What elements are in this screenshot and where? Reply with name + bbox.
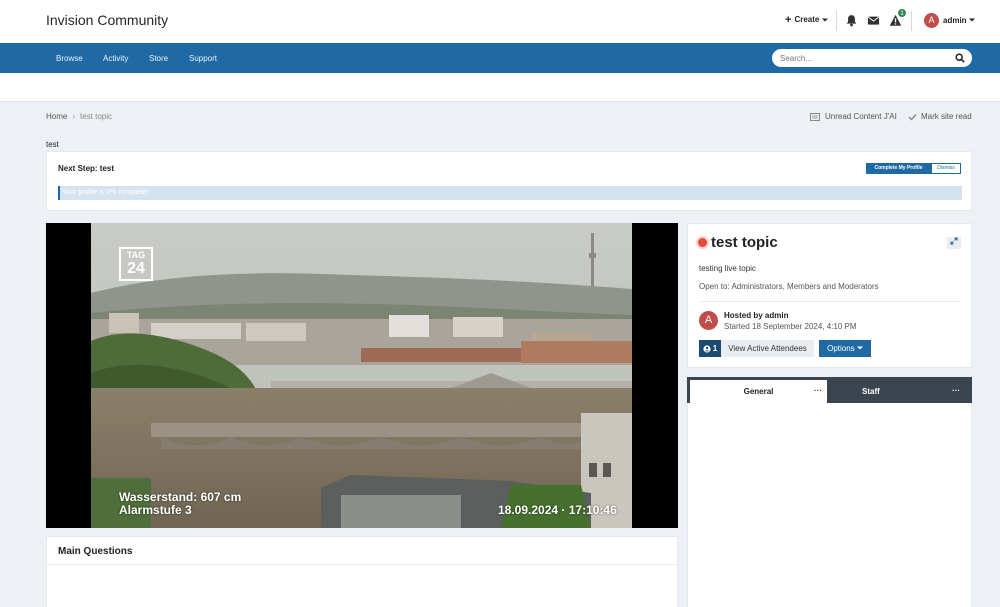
- water-level-overlay: Wasserstand: 607 cm: [119, 490, 242, 504]
- progress-text: Your profile is 0% complete!: [62, 189, 149, 196]
- topic-title: test topic: [711, 234, 778, 251]
- dismiss-button[interactable]: Dismiss: [931, 163, 961, 174]
- create-menu-button[interactable]: + Create: [785, 13, 829, 26]
- bell-icon[interactable]: [845, 14, 858, 27]
- chat-tabs: General ··· Staff ···: [687, 377, 972, 403]
- tab-general[interactable]: General ···: [690, 380, 827, 403]
- site-title[interactable]: Invision Community: [46, 12, 168, 28]
- topic-access: Open to: Administrators, Members and Mod…: [699, 282, 879, 291]
- check-icon: [908, 113, 917, 121]
- live-indicator-icon: [698, 238, 707, 247]
- unread-content-label: Unread Content J'AI: [825, 112, 897, 121]
- nav-item-store[interactable]: Store: [149, 54, 168, 63]
- logo-text-bottom: 24: [127, 260, 145, 277]
- topic-info-panel: test topic testing live topic Open to: A…: [687, 223, 972, 368]
- topic-description: testing live topic: [699, 264, 756, 273]
- chevron-right-icon: ›: [72, 112, 76, 121]
- caret-down-icon: [968, 18, 975, 22]
- tab-menu-icon[interactable]: ···: [814, 386, 822, 395]
- intro-text: test: [46, 140, 59, 149]
- header-spacer: [0, 73, 1000, 102]
- tab-staff[interactable]: Staff: [862, 387, 880, 396]
- create-label: Create: [794, 15, 820, 24]
- header-divider: [911, 11, 912, 31]
- breadcrumb-home[interactable]: Home: [46, 112, 67, 121]
- user-circle-icon: [703, 344, 711, 353]
- plus-icon: +: [785, 13, 792, 26]
- attendee-count-badge: 1: [699, 340, 721, 357]
- divider: [699, 301, 961, 302]
- envelope-icon[interactable]: [867, 14, 880, 27]
- chat-panel: [687, 403, 972, 607]
- breadcrumb-current: test topic: [80, 112, 113, 121]
- unread-icon: [810, 112, 820, 121]
- alarm-level-overlay: Alarmstufe 3: [119, 503, 192, 517]
- mark-site-read-link[interactable]: Mark site read: [908, 112, 972, 121]
- start-time: Started 18 September 2024, 4:10 PM: [724, 322, 857, 331]
- mark-site-read-label: Mark site read: [921, 112, 972, 121]
- search-box: [772, 49, 972, 67]
- expand-icon: [950, 237, 958, 245]
- host-name: Hosted by admin: [724, 311, 789, 320]
- profile-next-step-box: Next Step: test Complete My Profile Dism…: [46, 151, 972, 211]
- search-icon[interactable]: [955, 53, 965, 63]
- nav-item-browse[interactable]: Browse: [56, 54, 83, 63]
- options-label: Options: [827, 344, 855, 353]
- profile-progress-bar: Your profile is 0% complete!: [58, 186, 962, 200]
- notification-badge: 1: [897, 8, 907, 18]
- options-button[interactable]: Options: [819, 340, 871, 357]
- user-avatar[interactable]: A: [924, 13, 939, 28]
- caret-down-icon: [822, 18, 829, 21]
- view-attendees-button[interactable]: View Active Attendees: [721, 340, 814, 357]
- tab-menu-icon[interactable]: ···: [952, 386, 960, 395]
- nav-item-support[interactable]: Support: [189, 54, 217, 63]
- search-input[interactable]: [780, 52, 950, 64]
- expand-button[interactable]: [947, 237, 961, 249]
- tag24-logo: TAG 24: [119, 247, 153, 281]
- caret-down-icon: [856, 346, 863, 350]
- user-menu-button[interactable]: admin: [943, 16, 975, 25]
- user-name: admin: [943, 16, 967, 25]
- live-video-player[interactable]: TAG 24 Wasserstand: 607 cm Alarmstufe 3 …: [46, 223, 678, 528]
- main-questions-title: Main Questions: [58, 546, 133, 557]
- nav-item-activity[interactable]: Activity: [103, 54, 128, 63]
- breadcrumb: Home › test topic: [46, 112, 112, 121]
- unread-content-link[interactable]: Unread Content J'AI: [810, 112, 897, 121]
- timestamp-overlay: 18.09.2024 · 17:10:46: [498, 503, 617, 517]
- header-divider: [836, 11, 837, 31]
- tab-general-label: General: [743, 387, 774, 396]
- complete-profile-button[interactable]: Complete My Profile: [866, 163, 931, 174]
- progress-fill: [58, 186, 60, 200]
- host-avatar[interactable]: A: [699, 311, 718, 330]
- river-bridge-video-frame: [91, 223, 632, 528]
- next-step-title: Next Step: test: [58, 164, 115, 173]
- attendee-count: 1: [712, 344, 718, 353]
- divider: [47, 564, 677, 565]
- main-questions-panel: Main Questions: [46, 536, 678, 607]
- site-header: Invision Community + Create 1 A admin: [0, 0, 1000, 43]
